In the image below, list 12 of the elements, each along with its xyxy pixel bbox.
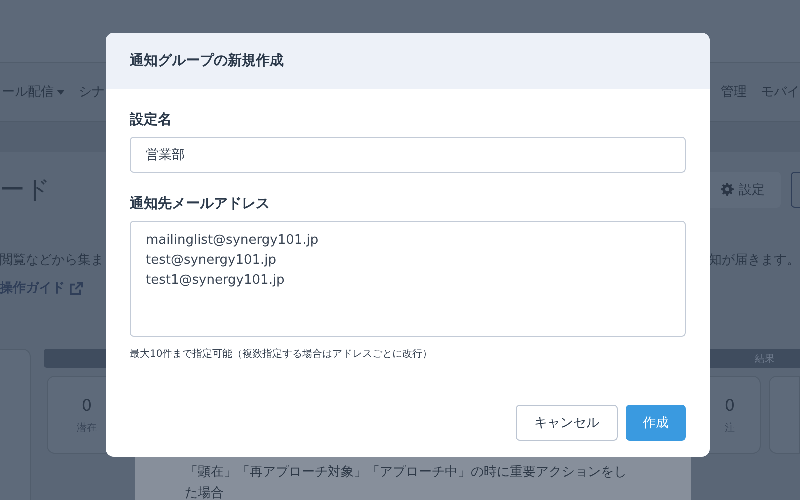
- cancel-button[interactable]: キャンセル: [516, 405, 618, 441]
- hint-text: 最大10件まで指定可能（複数指定する場合はアドレスごとに改行）: [130, 348, 434, 361]
- dialog-title: 通知グループの新規作成: [130, 52, 284, 70]
- create-button[interactable]: 作成: [626, 405, 686, 441]
- field-label: 通知先メールアドレス: [130, 195, 271, 213]
- input-field[interactable]: 営業部: [130, 137, 686, 173]
- textarea-field[interactable]: mailinglist@synergy101.jp test@synergy101.jp test1@synergy101.jp: [130, 221, 686, 337]
- field-label: 設定名: [130, 111, 173, 129]
- caret-icon: [57, 90, 65, 95]
- condition-panel: 「顕在」「再アプローチ対象」「アプローチ中」の時に重要アクションをした場合: [135, 454, 691, 500]
- gear-icon: [721, 183, 734, 196]
- external-link-icon: [70, 282, 83, 294]
